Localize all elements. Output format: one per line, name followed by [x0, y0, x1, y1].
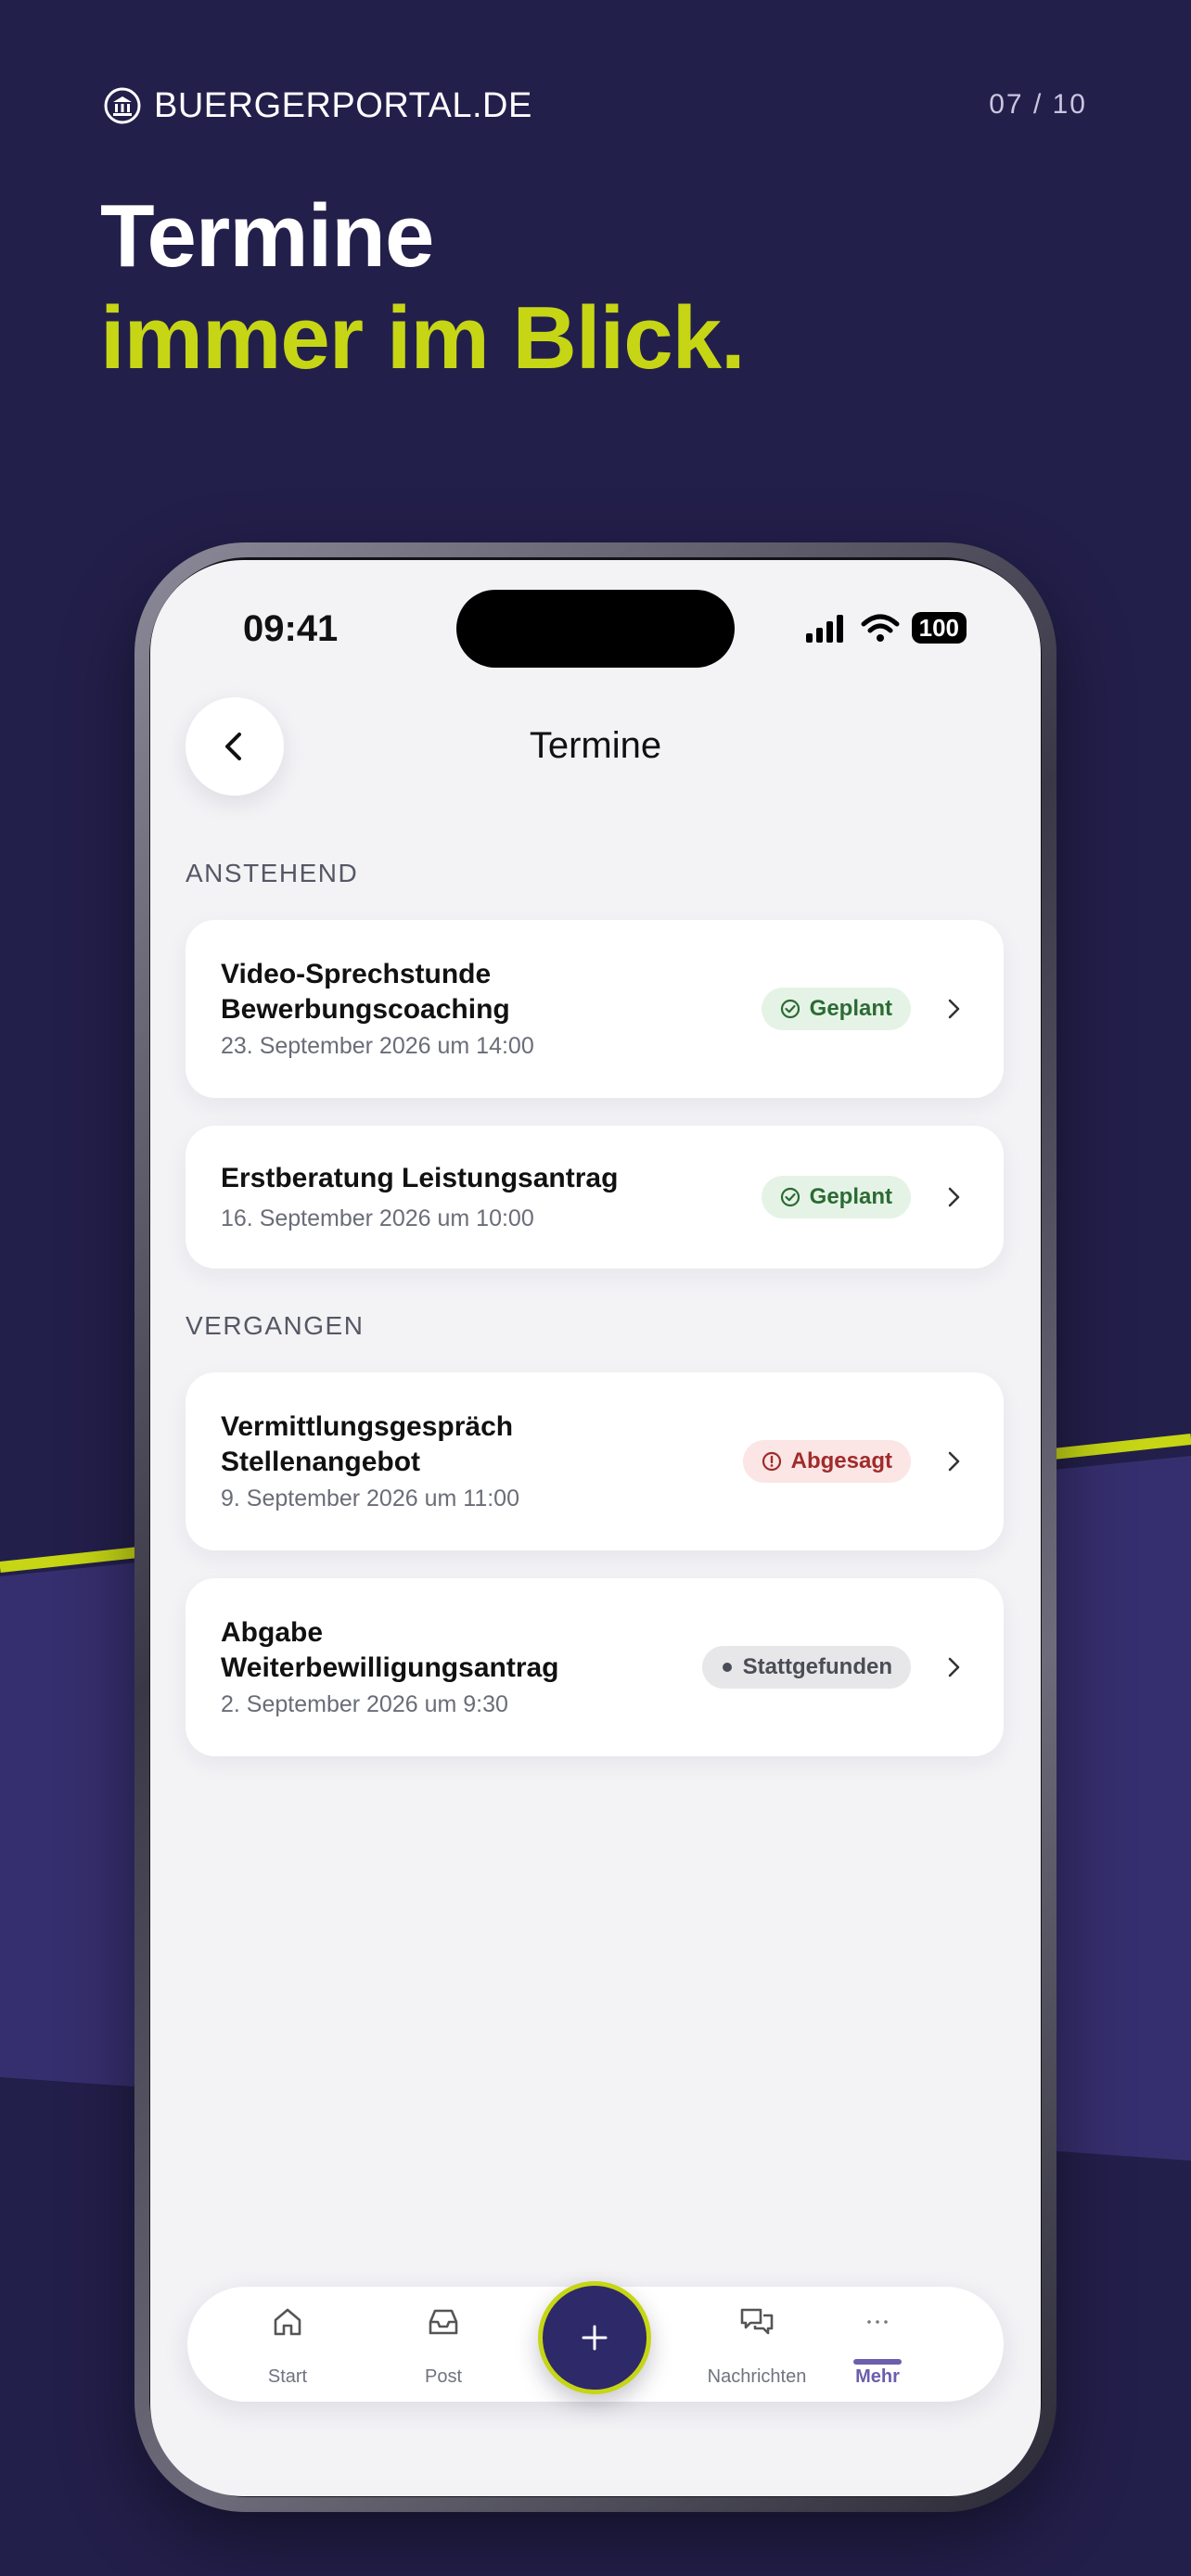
- tab-bar: Start Post Nachrichten Mehr: [187, 2281, 1004, 2402]
- headline-line-2: immer im Blick.: [100, 288, 746, 388]
- wifi-icon: [861, 614, 900, 642]
- appointment-card[interactable]: Erstberatung Leistungsantrag 16. Septemb…: [186, 1126, 1004, 1269]
- appointment-title: Video-Sprechstunde Bewerbungscoaching: [221, 957, 510, 1027]
- chevron-right-icon: [948, 1187, 960, 1207]
- signal-icon: [805, 615, 843, 643]
- appointment-date: 16. September 2026 um 10:00: [221, 1205, 534, 1231]
- add-button[interactable]: [538, 2281, 651, 2394]
- headline-line-1: Termine: [100, 186, 434, 286]
- more-icon: [867, 2320, 888, 2324]
- appointment-title-line-2: Stellenangebot: [221, 1447, 421, 1477]
- page-title: Termine: [529, 725, 662, 766]
- appointment-title-line-2: Weiterbewilligungsantrag: [221, 1652, 559, 1683]
- appointment-card[interactable]: Vermittlungsgespräch Stellenangebot 9. S…: [186, 1372, 1004, 1550]
- appointment-title-line-2: Bewerbungscoaching: [221, 994, 510, 1025]
- inbox-icon: [429, 2309, 458, 2335]
- section-label-upcoming: ANSTEHEND: [186, 859, 359, 887]
- home-icon: [274, 2308, 301, 2336]
- chevron-right-icon: [948, 1451, 960, 1472]
- appointment-title: Erstberatung Leistungsantrag: [221, 1161, 618, 1196]
- battery-indicator: 100: [911, 612, 967, 644]
- bank-icon: [104, 87, 141, 124]
- headline: Termine immer im Blick.: [100, 185, 746, 389]
- appointment-card[interactable]: Abgabe Weiterbewilligungsantrag 2. Septe…: [186, 1578, 1004, 1756]
- appointment-date: 9. September 2026 um 11:00: [221, 1486, 519, 1511]
- appointment-card[interactable]: Video-Sprechstunde Bewerbungscoaching 23…: [186, 920, 1004, 1098]
- chat-icon: [740, 2308, 774, 2335]
- page-counter: 07 / 10: [989, 89, 1087, 120]
- status-badge-label: Abgesagt: [790, 1448, 892, 1473]
- appointment-title-line-1: Vermittlungsgespräch: [221, 1411, 514, 1442]
- brand-name: BUERGERPORTAL.DE: [154, 85, 532, 125]
- tab-post[interactable]: Post: [378, 2303, 508, 2388]
- tab-nachrichten[interactable]: Nachrichten: [692, 2303, 822, 2388]
- status-badge: Geplant: [761, 988, 911, 1030]
- status-badge: Geplant: [761, 1176, 911, 1218]
- brand: BUERGERPORTAL.DE: [104, 82, 532, 130]
- appointment-title-line-1: Video-Sprechstunde: [221, 959, 492, 989]
- tab-start[interactable]: Start: [223, 2303, 352, 2388]
- status-badge: Abgesagt: [742, 1440, 911, 1483]
- tab-label: Mehr: [855, 2366, 900, 2387]
- top-bar: BUERGERPORTAL.DE 07 / 10: [104, 82, 1087, 130]
- status-icons: 100: [804, 612, 967, 644]
- check-circle-icon: [780, 999, 800, 1019]
- tab-label: Start: [267, 2366, 308, 2387]
- plus-icon: [582, 2325, 608, 2351]
- alert-circle-icon: [762, 1451, 781, 1472]
- tab-label: Post: [424, 2366, 463, 2387]
- chevron-right-icon: [948, 1657, 960, 1677]
- tab-label: Nachrichten: [707, 2366, 807, 2387]
- status-time: 09:41: [243, 608, 339, 649]
- phone-screen: 09:41 100 Termine ANSTEHEND Video-Sprech…: [150, 560, 1041, 2496]
- check-circle-icon: [780, 1187, 800, 1207]
- appointment-date: 2. September 2026 um 9:30: [221, 1691, 508, 1717]
- appointment-date: 23. September 2026 um 14:00: [221, 1033, 534, 1059]
- appointment-title-line-1: Erstberatung Leistungsantrag: [221, 1163, 619, 1193]
- dot-icon: [722, 1663, 732, 1672]
- status-badge-label: Geplant: [809, 996, 892, 1021]
- chevron-right-icon: [948, 999, 960, 1019]
- section-label-past: VERGANGEN: [186, 1311, 365, 1340]
- appointment-title: Abgabe Weiterbewilligungsantrag: [221, 1615, 559, 1686]
- status-badge-label: Stattgefunden: [742, 1654, 892, 1679]
- appointment-title-line-1: Abgabe: [221, 1617, 324, 1648]
- dynamic-island: [456, 590, 735, 668]
- active-tab-indicator: [853, 2359, 902, 2365]
- status-badge: Stattgefunden: [701, 1646, 911, 1689]
- status-badge-label: Geplant: [809, 1184, 892, 1209]
- tab-mehr[interactable]: Mehr: [813, 2303, 942, 2388]
- appointment-title: Vermittlungsgespräch Stellenangebot: [221, 1409, 513, 1480]
